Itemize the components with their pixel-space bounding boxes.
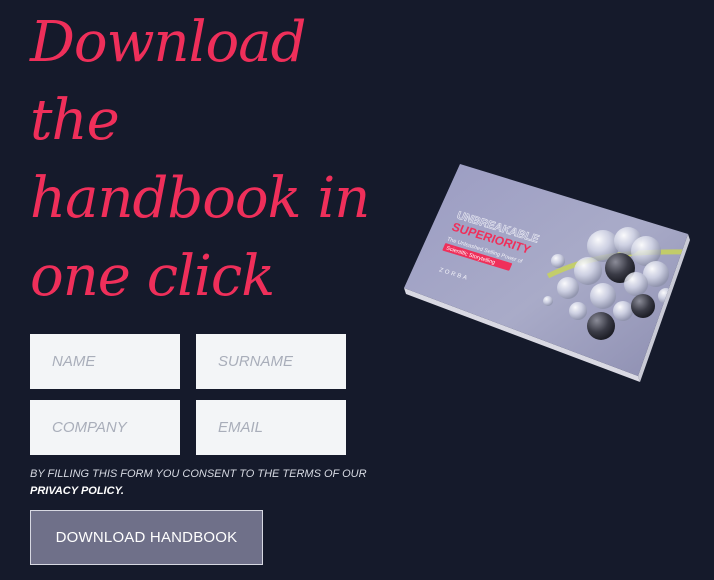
email-input[interactable] (196, 400, 346, 455)
surname-input[interactable] (196, 334, 346, 389)
consent-text: BY FILLING THIS FORM YOU CONSENT TO THE … (30, 468, 367, 480)
name-input[interactable] (30, 334, 180, 389)
privacy-policy-link[interactable]: PRIVACY POLICY. (30, 485, 124, 497)
download-handbook-button[interactable]: DOWNLOAD HANDBOOK (30, 510, 263, 565)
headline-line-1: Download (30, 10, 306, 75)
company-input[interactable] (30, 400, 180, 455)
headline-line-4: one click (30, 244, 275, 309)
handbook-cover-image: UNBREAKABLE SUPERIORITY The Unleashed Se… (404, 164, 690, 382)
page-headline: Download the handbook in one click (30, 4, 370, 316)
headline-line-3: handbook in (30, 166, 370, 231)
consent-notice: BY FILLING THIS FORM YOU CONSENT TO THE … (30, 466, 370, 500)
headline-line-2: the (30, 88, 120, 153)
